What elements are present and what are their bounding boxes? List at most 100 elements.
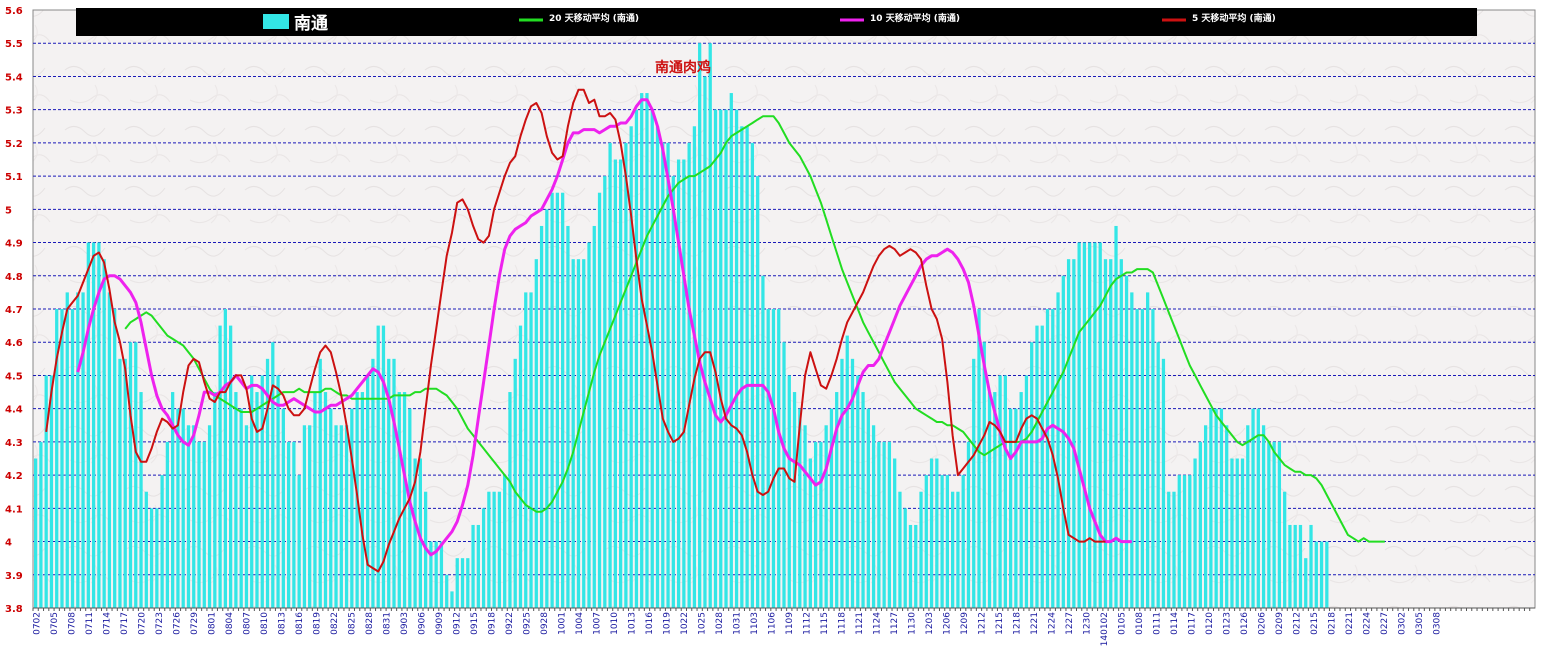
bar xyxy=(197,441,201,608)
bar xyxy=(1008,408,1013,608)
bar xyxy=(323,392,328,608)
bar xyxy=(1072,259,1076,608)
bar xyxy=(439,541,444,608)
x-tick-label: 0915 xyxy=(470,612,480,635)
bar xyxy=(951,491,955,608)
bar xyxy=(481,508,486,608)
bar xyxy=(1030,342,1034,608)
bar xyxy=(1098,242,1102,609)
bar xyxy=(640,93,644,609)
bar xyxy=(792,392,797,608)
bar xyxy=(634,109,639,609)
x-tick-label: 0206 xyxy=(1258,612,1268,635)
x-tick-label: 1112 xyxy=(803,612,813,635)
bar xyxy=(376,325,380,608)
bar xyxy=(476,524,480,608)
bar xyxy=(113,309,117,608)
y-tick-label: 5 xyxy=(5,205,12,216)
x-tick-label: 0922 xyxy=(505,612,515,635)
x-tick-label: 1215 xyxy=(995,612,1005,635)
y-tick-label: 4.8 xyxy=(5,272,23,283)
x-tick-label: 0909 xyxy=(435,612,445,635)
bar xyxy=(545,209,549,609)
x-tick-label: 0822 xyxy=(330,612,340,635)
bar xyxy=(318,358,322,608)
bar xyxy=(587,242,591,609)
bar xyxy=(207,425,212,608)
x-tick-label: 0717 xyxy=(120,612,130,635)
y-tick-label: 4.6 xyxy=(5,338,23,349)
bar xyxy=(734,109,739,609)
bar xyxy=(655,126,660,609)
x-tick-label: 1013 xyxy=(628,612,638,635)
bar xyxy=(866,408,870,608)
bar xyxy=(566,225,570,608)
bar xyxy=(144,491,148,608)
x-tick-label: 0105 xyxy=(1118,612,1128,635)
x-tick-label: 0906 xyxy=(418,612,428,635)
bar xyxy=(1056,292,1060,608)
bar xyxy=(903,508,907,608)
bar xyxy=(698,43,702,608)
y-tick-label: 5.2 xyxy=(5,139,23,150)
bar xyxy=(1146,292,1150,608)
x-tick-label: 1203 xyxy=(925,612,935,635)
bar xyxy=(1151,309,1155,608)
bar xyxy=(460,558,465,608)
legend-bar-swatch xyxy=(263,14,289,29)
bar xyxy=(149,508,154,608)
bar xyxy=(666,142,670,608)
x-tick-label: 0218 xyxy=(1328,612,1338,635)
bar xyxy=(756,176,760,608)
y-tick-label: 5.1 xyxy=(5,172,23,183)
bar xyxy=(729,93,733,609)
y-tick-label: 4.4 xyxy=(5,405,23,416)
x-tick-label: 1127 xyxy=(890,612,900,635)
bar xyxy=(281,408,285,608)
x-tick-label: 0705 xyxy=(50,612,60,635)
bar xyxy=(893,458,897,608)
bar xyxy=(503,475,507,608)
bar xyxy=(777,309,781,608)
bar xyxy=(1103,259,1108,608)
x-tick-label: 0305 xyxy=(1415,612,1425,635)
bar xyxy=(492,491,496,608)
x-tick-label: 0723 xyxy=(155,612,165,635)
bar xyxy=(118,358,122,608)
bar xyxy=(255,392,259,608)
x-tick-label: 1106 xyxy=(768,612,778,635)
x-tick-label: 1124 xyxy=(873,612,883,635)
x-tick-label: 0714 xyxy=(103,612,113,635)
x-tick-label: 0726 xyxy=(173,612,183,635)
x-tick-label: 140102 xyxy=(1100,612,1110,646)
bar xyxy=(771,309,776,608)
bar xyxy=(86,242,90,609)
bar xyxy=(1288,524,1292,608)
bar xyxy=(1235,458,1239,608)
bar xyxy=(1135,309,1139,608)
x-tick-label: 1212 xyxy=(978,612,988,635)
x-tick-label: 0120 xyxy=(1205,612,1215,635)
bar xyxy=(940,475,944,608)
bar xyxy=(1256,408,1260,608)
bar xyxy=(624,142,628,608)
x-tick-label: 1209 xyxy=(960,612,970,635)
price-chart: 3.8 3.9 4 4.1 4.2 4.3 4.4 4.5 4.6 4.7 4.8 4.9 5 5.1 5.… xyxy=(5,6,1536,646)
bar xyxy=(750,142,755,608)
x-tick-label: 0227 xyxy=(1380,612,1390,635)
bar xyxy=(1314,541,1318,608)
bar xyxy=(329,408,333,608)
y-tick-label: 5.5 xyxy=(5,39,23,50)
bar xyxy=(972,358,976,608)
x-tick-label: 1221 xyxy=(1030,612,1040,635)
bar xyxy=(1209,408,1213,608)
bar xyxy=(1088,242,1092,609)
x-tick-label: 0221 xyxy=(1345,612,1355,635)
bar xyxy=(613,159,617,608)
bar xyxy=(1093,242,1097,609)
bar xyxy=(703,76,707,608)
bar xyxy=(76,292,80,608)
bar xyxy=(44,375,48,608)
bar xyxy=(455,558,459,608)
x-axis: 0702 0705 0708 0711 0714 0717 0720 0723 0726 0729… xyxy=(32,607,1535,646)
